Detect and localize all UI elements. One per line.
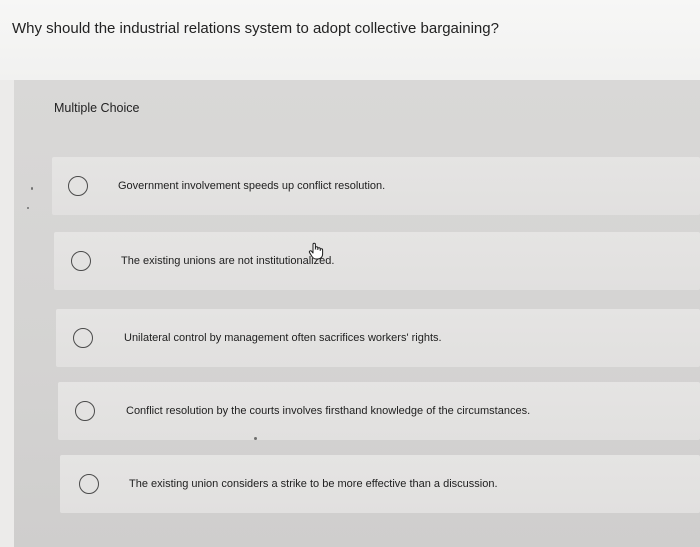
answer-option-3[interactable]: Unilateral control by management often s… bbox=[56, 309, 700, 367]
answer-option-label: Conflict resolution by the courts involv… bbox=[126, 405, 531, 417]
radio-button-icon[interactable] bbox=[79, 474, 99, 494]
radio-button-icon[interactable] bbox=[68, 176, 88, 196]
screen-speck bbox=[27, 207, 29, 209]
screen-speck bbox=[254, 437, 257, 440]
answer-option-4[interactable]: Conflict resolution by the courts involv… bbox=[58, 382, 700, 440]
question-text: Why should the industrial relations syst… bbox=[12, 20, 499, 37]
answer-option-label: Government involvement speeds up conflic… bbox=[118, 180, 386, 192]
question-header: Why should the industrial relations syst… bbox=[0, 0, 700, 80]
question-type-label: Multiple Choice bbox=[54, 101, 140, 115]
answer-option-label: Unilateral control by management often s… bbox=[124, 332, 442, 344]
answer-option-label: The existing unions are not institutiona… bbox=[121, 255, 335, 267]
radio-button-icon[interactable] bbox=[73, 328, 93, 348]
answer-option-2[interactable]: The existing unions are not institutiona… bbox=[54, 232, 700, 290]
radio-button-icon[interactable] bbox=[71, 251, 91, 271]
hand-pointer-icon bbox=[308, 242, 324, 260]
screen-speck bbox=[31, 187, 33, 190]
answer-option-label: The existing union considers a strike to… bbox=[129, 478, 498, 490]
answer-option-5[interactable]: The existing union considers a strike to… bbox=[60, 455, 700, 513]
radio-button-icon[interactable] bbox=[75, 401, 95, 421]
answer-option-1[interactable]: Government involvement speeds up conflic… bbox=[52, 157, 700, 215]
